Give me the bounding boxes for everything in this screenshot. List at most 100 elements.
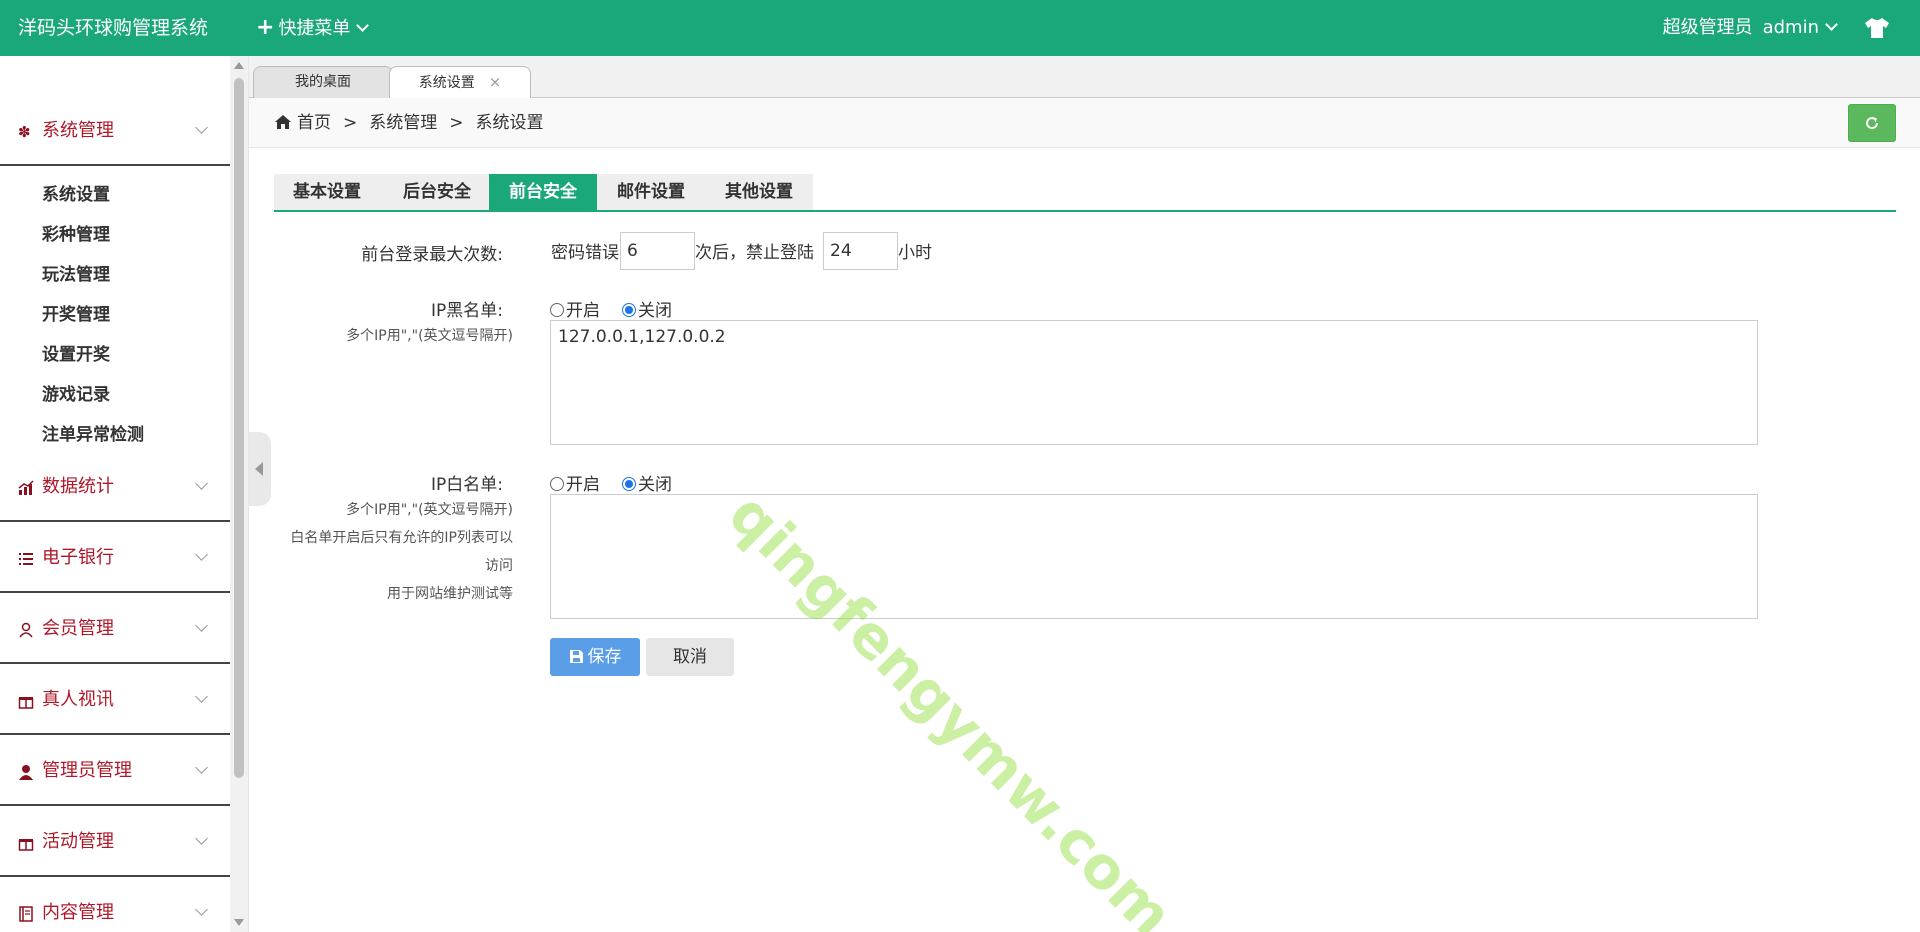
pwd-error-count-input[interactable] [620,232,695,270]
save-label: 保存 [587,647,622,667]
pwd-error-prefix: 密码错误 [551,243,619,263]
tab-label: 系统设置 [418,75,475,91]
sidebar-item-set-draw[interactable]: 设置开奖 [42,340,110,365]
save-button[interactable]: 保存 [550,638,640,676]
whitelist-hint-1: 多个IP用","(英文逗号隔开) [346,502,513,518]
breadcrumb-separator: > [449,113,464,133]
chevron-down-icon [356,19,370,32]
blacklist-hint: 多个IP用","(英文逗号隔开) [346,328,513,344]
top-header: 洋码头环球购管理系统 + 快捷菜单 超级管理员 admin [0,0,1920,56]
sidebar-item-system-settings[interactable]: 系统设置 [42,180,110,205]
chevron-down-icon [195,832,208,845]
whitelist-textarea[interactable] [550,494,1758,619]
plus-icon: + [256,15,275,40]
breadcrumb-home[interactable]: 首页 [297,113,331,133]
gift-icon [18,839,34,851]
radio-unchecked-icon[interactable] [550,303,564,317]
sidebar-group-activities[interactable]: 活动管理 [0,807,230,877]
radio-unchecked-icon[interactable] [550,477,564,491]
page-tabs-bar: 我的桌面 系统设置 × [249,56,1920,99]
sidebar: ✽ 系统管理 系统设置 彩种管理 玩法管理 开奖管理 设置开奖 游戏记录 注单异… [0,56,230,932]
cancel-button[interactable]: 取消 [646,638,734,676]
person-icon [19,765,33,780]
sidebar-group-label: 活动管理 [42,831,114,852]
gear-icon: ✽ [18,123,31,141]
whitelist-off-radio[interactable]: 关闭 [622,470,672,495]
radio-checked-icon[interactable] [622,303,636,317]
sidebar-group-system[interactable]: ✽ 系统管理 [0,96,230,166]
sidebar-group-label: 会员管理 [42,618,114,639]
user-name: admin [1762,17,1819,38]
chevron-down-icon [195,690,208,703]
sidebar-item-lottery-types[interactable]: 彩种管理 [42,220,110,245]
sidebar-group-live-video[interactable]: 真人视讯 [0,665,230,735]
radio-checked-icon[interactable] [622,477,636,491]
sidebar-group-members[interactable]: 会员管理 [0,594,230,664]
list-icon [19,553,33,565]
radio-label: 关闭 [638,301,672,321]
app-title: 洋码头环球购管理系统 [18,17,209,39]
sidebar-group-label: 真人视讯 [42,689,114,710]
sidebar-item-bet-anomaly[interactable]: 注单异常检测 [42,420,144,445]
breadcrumb-level1[interactable]: 系统管理 [369,113,437,133]
tab-my-desktop[interactable]: 我的桌面 [253,66,393,98]
breadcrumb-separator: > [343,113,358,133]
user-role: 超级管理员 [1662,17,1753,38]
whitelist-label: IP白名单: [431,475,503,495]
scroll-down-arrow-icon[interactable] [234,919,244,926]
quick-menu-button[interactable]: + 快捷菜单 [256,0,370,57]
sidebar-group-statistics[interactable]: 数据统计 [0,452,230,522]
gift-icon [18,697,34,709]
floppy-save-icon [569,650,583,663]
tab-system-settings[interactable]: 系统设置 × [389,66,531,99]
user-menu[interactable]: 超级管理员 admin [1662,0,1838,56]
whitelist-hint-3: 访问 [485,558,513,574]
pwd-error-mid: 次后，禁止登陆 [695,243,814,263]
skin-shirt-icon[interactable] [1864,16,1890,40]
chevron-down-icon [195,477,208,490]
sidebar-group-label: 管理员管理 [42,760,132,781]
chevron-down-icon [195,903,208,916]
sidebar-group-label: 系统管理 [42,120,114,141]
sidebar-item-play-methods[interactable]: 玩法管理 [42,260,110,285]
tab-backend-security[interactable]: 后台安全 [380,174,494,210]
blacklist-textarea[interactable]: 127.0.0.1,127.0.0.2 [550,320,1758,445]
blacklist-off-radio[interactable]: 关闭 [622,296,672,321]
chevron-down-icon [195,619,208,632]
radio-label: 开启 [566,475,600,495]
chevron-down-icon [195,548,208,561]
tab-other-settings[interactable]: 其他设置 [705,174,813,210]
close-icon[interactable]: × [489,73,502,91]
whitelist-hint-2: 白名单开启后只有允许的IP列表可以 [290,530,513,546]
refresh-icon [1866,117,1879,130]
sidebar-group-admins[interactable]: 管理员管理 [0,736,230,806]
breadcrumb-level2: 系统设置 [475,113,544,133]
chevron-down-icon [1825,18,1838,31]
breadcrumb: 首页 > 系统管理 > 系统设置 [275,98,544,148]
login-max-label: 前台登录最大次数: [361,245,503,265]
tab-basic-settings[interactable]: 基本设置 [274,174,380,210]
sidebar-item-draw-management[interactable]: 开奖管理 [42,300,110,325]
whitelist-hint-4: 用于网站维护测试等 [387,586,513,602]
sidebar-group-label: 电子银行 [42,547,114,568]
radio-label: 关闭 [638,475,672,495]
scroll-up-arrow-icon[interactable] [234,62,244,69]
refresh-button[interactable] [1848,104,1896,142]
sidebar-item-game-records[interactable]: 游戏记录 [42,380,110,405]
sidebar-group-label: 内容管理 [42,902,114,923]
whitelist-on-radio[interactable]: 开启 [550,470,600,495]
scrollbar-thumb[interactable] [234,78,244,778]
book-icon [19,906,33,922]
ban-hours-input[interactable] [823,232,898,270]
tab-mail-settings[interactable]: 邮件设置 [597,174,705,210]
chevron-down-icon [195,761,208,774]
tab-label: 我的桌面 [295,74,351,90]
blacklist-on-radio[interactable]: 开启 [550,296,600,321]
user-icon [19,622,33,638]
quick-menu-label: 快捷菜单 [278,18,351,39]
ban-unit: 小时 [898,243,932,263]
sidebar-group-content[interactable]: 内容管理 [0,878,230,932]
home-icon [275,115,291,129]
sidebar-group-ebank[interactable]: 电子银行 [0,523,230,593]
tab-frontend-security[interactable]: 前台安全 [489,174,597,210]
